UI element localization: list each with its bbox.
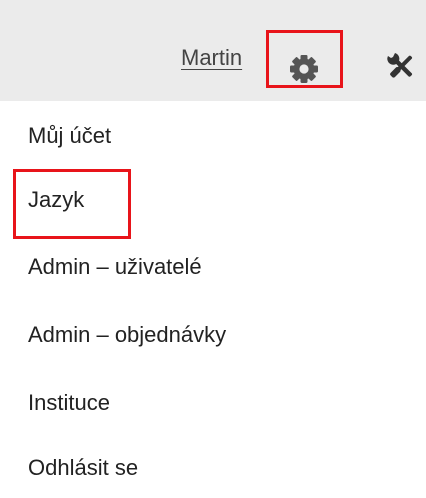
user-name-link[interactable]: Martin — [181, 45, 242, 71]
menu-item-muj-ucet[interactable]: Můj účet — [28, 123, 111, 149]
screen: Martin Můj účet Jazyk Admin – uživatelé … — [0, 0, 426, 498]
gear-icon[interactable] — [289, 54, 319, 84]
menu-item-admin-uzivatele[interactable]: Admin – uživatelé — [28, 254, 202, 280]
menu-item-instituce[interactable]: Instituce — [28, 390, 110, 416]
menu-item-admin-objednavky[interactable]: Admin – objednávky — [28, 322, 226, 348]
tools-icon[interactable] — [385, 50, 417, 82]
menu-item-odhlasit-se[interactable]: Odhlásit se — [28, 455, 138, 481]
header-bar: Martin — [0, 0, 426, 101]
menu-item-jazyk[interactable]: Jazyk — [28, 187, 84, 213]
settings-dropdown — [11, 101, 426, 498]
